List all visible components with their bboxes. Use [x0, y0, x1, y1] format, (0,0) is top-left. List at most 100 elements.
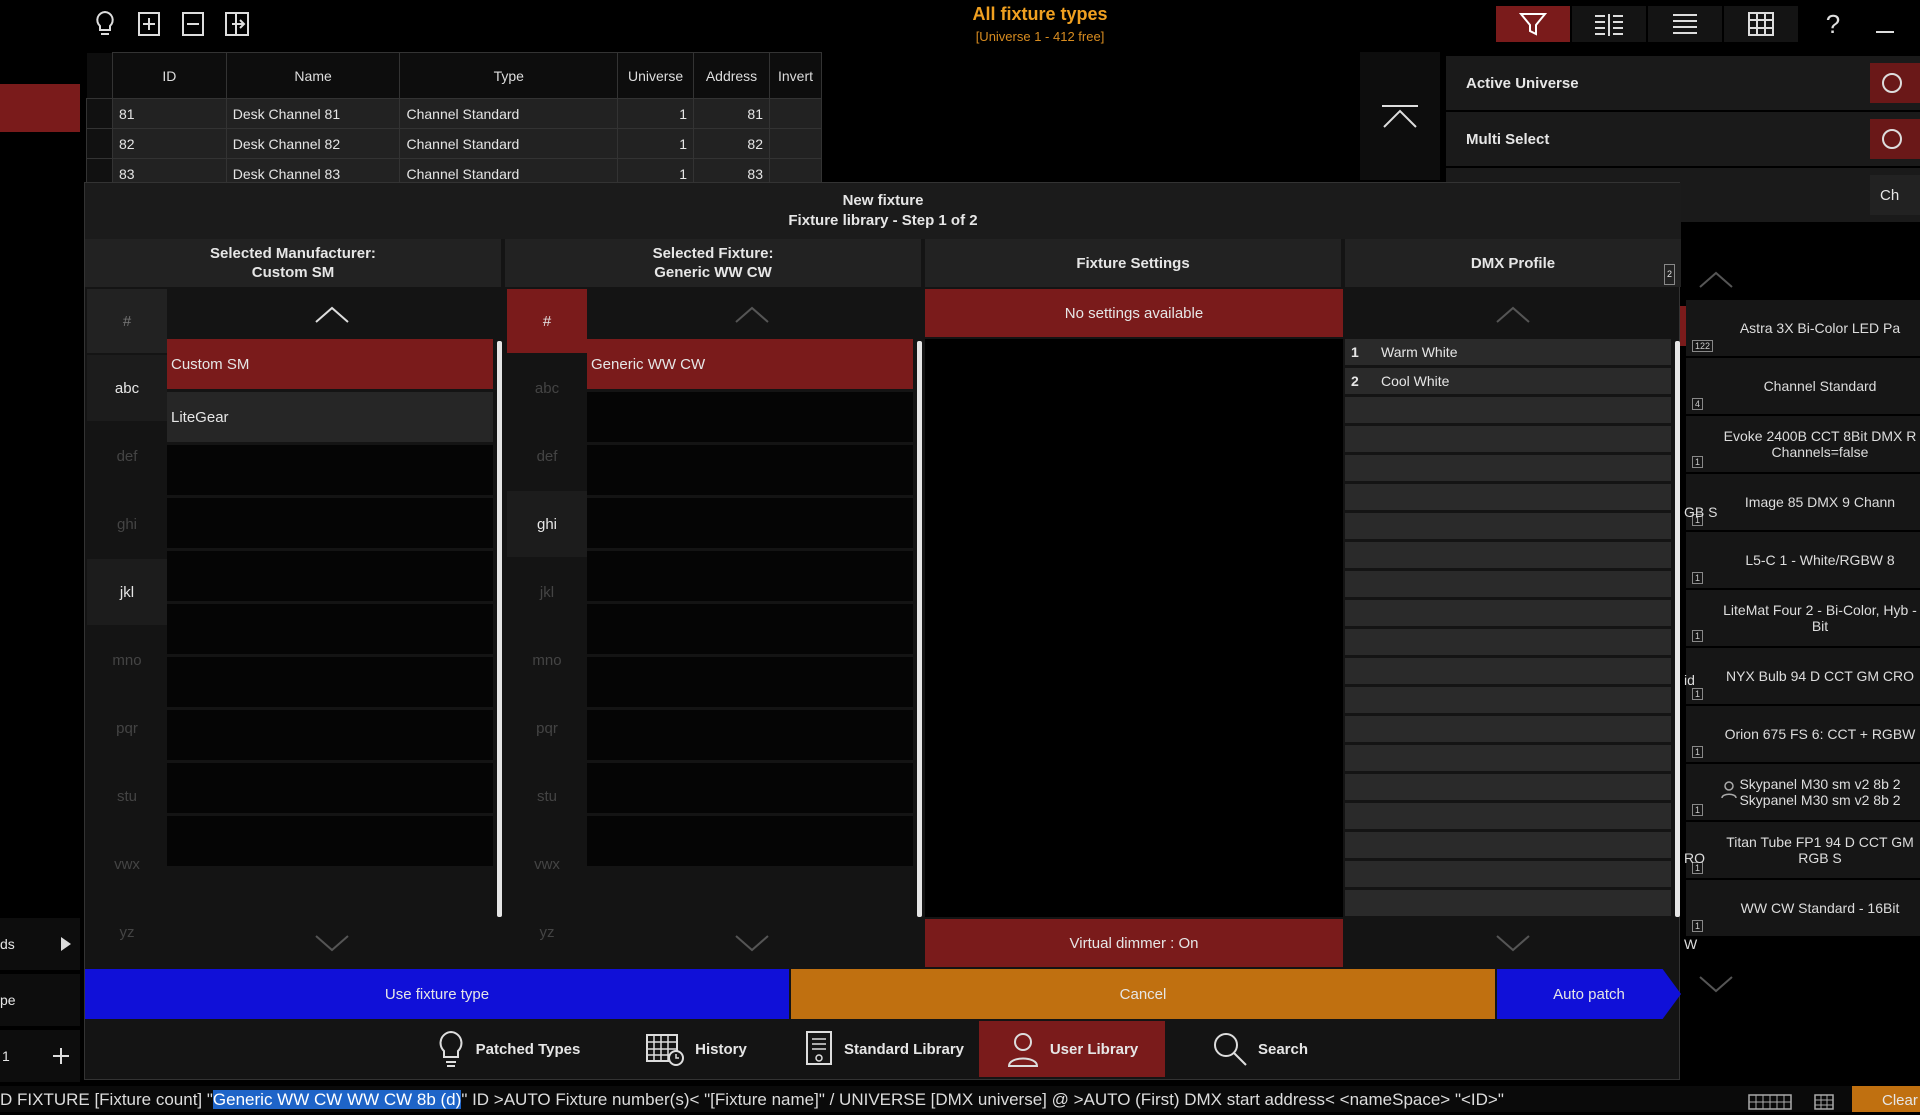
active-universe-toggle[interactable]: [1870, 63, 1920, 103]
dmx-profile-row[interactable]: [1345, 803, 1671, 829]
tab-history[interactable]: History: [603, 1021, 789, 1077]
manufacturer-scroll-up[interactable]: [167, 291, 497, 339]
dmx-profile-row[interactable]: [1345, 745, 1671, 771]
dmx-profile-row[interactable]: [1345, 629, 1671, 655]
lightbulb-icon[interactable]: [92, 10, 118, 38]
list-item[interactable]: LiteGear: [167, 392, 493, 442]
col-header-name[interactable]: Name: [225, 52, 401, 99]
letter-filter[interactable]: def: [87, 423, 167, 489]
list-item[interactable]: [167, 498, 493, 548]
add-panel-icon[interactable]: [136, 10, 162, 38]
left-nav-item[interactable]: 1: [0, 1030, 80, 1082]
exit-icon[interactable]: [224, 10, 250, 38]
letter-filter[interactable]: jkl: [87, 559, 167, 625]
list-item[interactable]: WW CW Standard - 16Bit 1: [1686, 880, 1920, 938]
list-item[interactable]: [167, 816, 493, 866]
manufacturer-scroll-down[interactable]: [167, 919, 497, 967]
letter-filter[interactable]: stu: [87, 763, 167, 829]
dmx-profile-row[interactable]: [1345, 687, 1671, 713]
filter-button[interactable]: [1496, 6, 1570, 42]
left-nav-item[interactable]: pe: [0, 974, 80, 1026]
tab-patched-types[interactable]: Patched Types: [415, 1021, 601, 1077]
dmx-profile-row[interactable]: [1345, 542, 1671, 568]
virtual-dimmer-toggle[interactable]: Virtual dimmer : On: [925, 919, 1343, 967]
scroll-top-button[interactable]: [1360, 52, 1440, 180]
col-header-type[interactable]: Type: [399, 52, 619, 99]
dmx-profile-row[interactable]: [1345, 774, 1671, 800]
dmx-profile-row[interactable]: [1345, 716, 1671, 742]
auto-patch-button[interactable]: Auto patch: [1497, 969, 1681, 1019]
list-item[interactable]: LiteMat Four 2 - Bi-Color, Hyb -Bit 1: [1686, 590, 1920, 648]
col-header-invert[interactable]: Invert: [768, 52, 823, 99]
list-item[interactable]: Generic WW CW: [587, 339, 913, 389]
dmx-scroll-down[interactable]: [1345, 919, 1681, 967]
letter-filter[interactable]: yz: [87, 899, 167, 965]
letter-filter[interactable]: stu: [507, 763, 587, 829]
remove-panel-icon[interactable]: [180, 10, 206, 38]
tab-standard-library[interactable]: Standard Library: [791, 1021, 977, 1077]
list-item[interactable]: Titan Tube FP1 94 D CCT GM RGB S1: [1686, 822, 1920, 880]
dmx-profile-row[interactable]: [1345, 397, 1671, 423]
dmx-profile-row[interactable]: [1345, 861, 1671, 887]
list-item[interactable]: [587, 392, 913, 442]
fixture-scroll-up[interactable]: [587, 291, 917, 339]
letter-filter[interactable]: vwx: [87, 831, 167, 897]
letter-filter[interactable]: pqr: [87, 695, 167, 761]
col-header-universe[interactable]: Universe: [617, 52, 695, 99]
use-fixture-type-button[interactable]: Use fixture type: [85, 969, 789, 1019]
list-item[interactable]: Image 85 DMX 9 Chann 1: [1686, 474, 1920, 532]
dmx-profile-row[interactable]: [1345, 513, 1671, 539]
letter-filter[interactable]: def: [507, 423, 587, 489]
right-list-down-arrow[interactable]: [1686, 966, 1746, 1002]
dmx-profile-row[interactable]: 1 Warm White: [1345, 339, 1671, 365]
grid-view-button[interactable]: [1724, 6, 1798, 42]
third-option-button[interactable]: Ch: [1870, 175, 1920, 215]
list-item[interactable]: Evoke 2400B CCT 8Bit DMX R Channels=fals…: [1686, 416, 1920, 474]
list-item[interactable]: Orion 675 FS 6: CCT + RGBW 1: [1686, 706, 1920, 764]
list-item[interactable]: [587, 710, 913, 760]
fixture-scrollbar[interactable]: [917, 341, 922, 917]
cancel-button[interactable]: Cancel: [791, 969, 1495, 1019]
letter-filter[interactable]: pqr: [507, 695, 587, 761]
letter-filter[interactable]: yz: [507, 899, 587, 965]
manufacturer-scrollbar[interactable]: [497, 341, 502, 917]
left-nav-item[interactable]: ds: [0, 918, 80, 970]
clear-button[interactable]: Clear: [1852, 1086, 1920, 1112]
right-list-up-arrow[interactable]: [1686, 262, 1746, 298]
letter-filter[interactable]: vwx: [507, 831, 587, 897]
dmx-profile-row[interactable]: 2 Cool White: [1345, 368, 1671, 394]
fixture-scroll-down[interactable]: [587, 919, 917, 967]
col-header-id[interactable]: ID: [111, 52, 227, 99]
list-item[interactable]: [167, 604, 493, 654]
dmx-profile-row[interactable]: [1345, 484, 1671, 510]
dmx-profile-row[interactable]: [1345, 426, 1671, 452]
letter-filter[interactable]: #: [507, 289, 587, 353]
minimize-icon[interactable]: [1872, 10, 1898, 38]
dmx-profile-row[interactable]: [1345, 600, 1671, 626]
list-item[interactable]: L5-C 1 - White/RGBW 81: [1686, 532, 1920, 590]
letter-filter[interactable]: ghi: [87, 491, 167, 557]
table-row[interactable]: 82 Desk Channel 82 Channel Standard 1 82: [86, 128, 823, 159]
dmx-profile-row[interactable]: [1345, 455, 1671, 481]
list-view-button[interactable]: [1648, 6, 1722, 42]
list-item[interactable]: [167, 710, 493, 760]
list-item[interactable]: [587, 657, 913, 707]
list-item[interactable]: NYX Bulb 94 D CCT GM CRO 1: [1686, 648, 1920, 706]
list-item[interactable]: Custom SM: [167, 339, 493, 389]
list-item[interactable]: [167, 551, 493, 601]
help-icon[interactable]: ?: [1820, 9, 1846, 39]
command-line[interactable]: D FIXTURE [Fixture count] "Generic WW CW…: [0, 1086, 1920, 1112]
column-view-button[interactable]: [1572, 6, 1646, 42]
list-item[interactable]: [587, 498, 913, 548]
left-selected-tab[interactable]: [0, 84, 80, 132]
letter-filter[interactable]: mno: [87, 627, 167, 693]
letter-filter[interactable]: abc: [507, 355, 587, 421]
col-header-address[interactable]: Address: [693, 52, 770, 99]
letter-filter[interactable]: ghi: [507, 491, 587, 557]
letter-filter[interactable]: abc: [87, 355, 167, 421]
dmx-profile-row[interactable]: [1345, 890, 1671, 916]
list-item[interactable]: [167, 445, 493, 495]
multi-select-row[interactable]: Multi Select: [1446, 112, 1920, 166]
list-item[interactable]: Channel Standard 4: [1686, 358, 1920, 416]
dmx-profile-row[interactable]: [1345, 571, 1671, 597]
